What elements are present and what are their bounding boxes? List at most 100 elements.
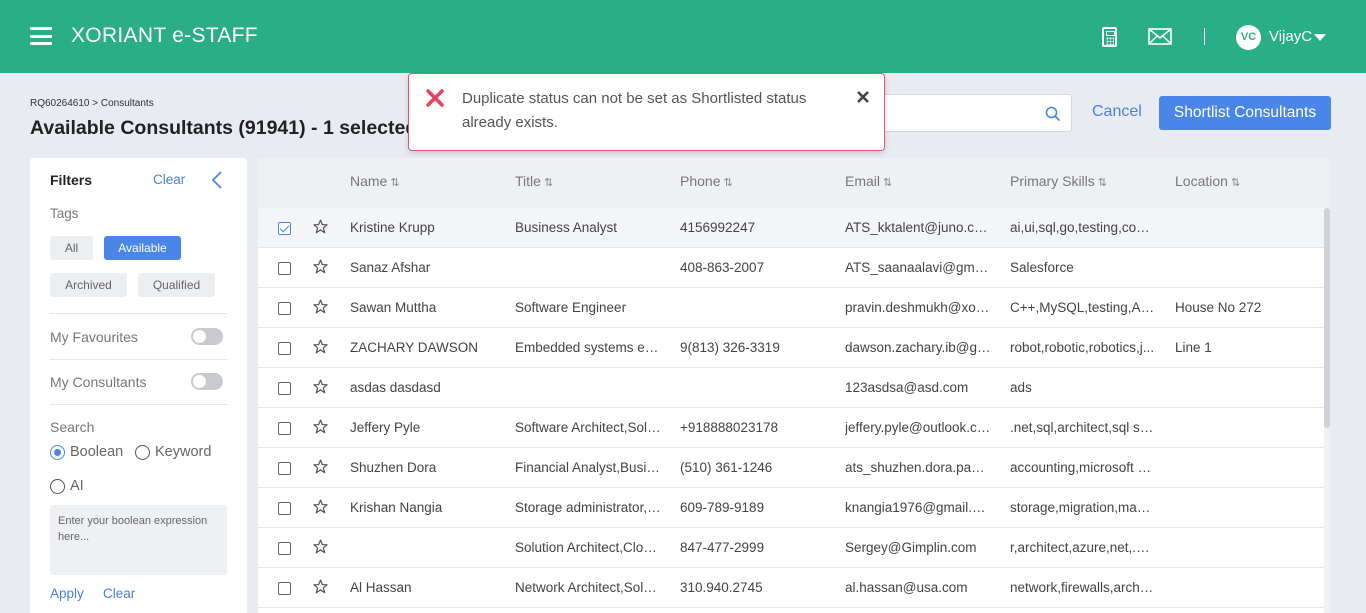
clear-filters-button[interactable]: Clear bbox=[153, 172, 185, 187]
sort-icon[interactable]: ⇅ bbox=[1098, 177, 1107, 189]
my-favourites-toggle[interactable] bbox=[191, 328, 223, 345]
clear-search-button[interactable]: Clear bbox=[103, 586, 135, 601]
column-header-label: Name bbox=[350, 173, 388, 189]
sort-icon[interactable]: ⇅ bbox=[1231, 177, 1240, 189]
column-header-primary-skills[interactable]: Primary Skills ⇅ bbox=[1010, 173, 1107, 189]
cell-primary-skills: accounting,microsoft o... bbox=[1010, 460, 1156, 475]
table-row[interactable]: Kristine Krupp Business Analyst 4156992247… bbox=[258, 208, 1324, 248]
tag-available[interactable]: Available bbox=[104, 236, 181, 260]
table-row[interactable]: ZACHARY DAWSON Embedded systems eng... 9(8… bbox=[258, 328, 1324, 368]
tags-label: Tags bbox=[50, 206, 79, 221]
cell-email: 123asdsa@asd.com bbox=[845, 380, 969, 395]
page-title: Available Consultants (91941) - 1 select… bbox=[30, 117, 418, 139]
row-checkbox[interactable] bbox=[278, 302, 291, 315]
row-checkbox[interactable] bbox=[278, 222, 291, 235]
table-row[interactable]: Sanaz Afshar 408-863-2007 ATS_saanaalavi@g… bbox=[258, 248, 1324, 288]
table-row[interactable]: Sawan Muttha Software Engineer pravin.desh… bbox=[258, 288, 1324, 328]
cell-primary-skills: ai,ui,sql,go,testing,com... bbox=[1010, 220, 1156, 235]
boolean-expression-input[interactable] bbox=[50, 505, 227, 575]
my-consultants-toggle[interactable] bbox=[191, 373, 223, 390]
keyword-radio[interactable] bbox=[135, 445, 150, 460]
star-icon[interactable] bbox=[313, 459, 328, 474]
cell-email: ATS_saanaalavi@gmail.... bbox=[845, 260, 991, 275]
row-checkbox[interactable] bbox=[278, 422, 291, 435]
sort-icon[interactable]: ⇅ bbox=[883, 177, 892, 189]
column-header-label: Phone bbox=[680, 173, 721, 189]
row-checkbox[interactable] bbox=[278, 262, 291, 275]
search-input[interactable] bbox=[880, 94, 1072, 132]
star-icon[interactable] bbox=[313, 499, 328, 514]
sort-icon[interactable]: ⇅ bbox=[544, 177, 553, 189]
cell-email: knangia1976@gmail.com bbox=[845, 500, 991, 515]
row-checkbox[interactable] bbox=[278, 582, 291, 595]
table-row[interactable]: Al Hassan Network Architect,Solu... 310.94… bbox=[258, 568, 1324, 608]
star-icon[interactable] bbox=[313, 339, 328, 354]
chevron-left-icon[interactable] bbox=[210, 170, 224, 190]
row-checkbox[interactable] bbox=[278, 502, 291, 515]
boolean-radio[interactable] bbox=[50, 445, 65, 460]
column-header-location[interactable]: Location ⇅ bbox=[1175, 173, 1240, 189]
mail-icon[interactable] bbox=[1148, 28, 1172, 45]
star-icon[interactable] bbox=[313, 579, 328, 594]
sort-icon[interactable]: ⇅ bbox=[390, 177, 399, 189]
cell-title: Financial Analyst,Busin... bbox=[515, 460, 661, 475]
sort-icon[interactable]: ⇅ bbox=[723, 177, 732, 189]
table-row[interactable]: Jeffery Pyle Software Architect,Solu... +9… bbox=[258, 408, 1324, 448]
star-icon[interactable] bbox=[313, 419, 328, 434]
cell-email: ats_shuzhen.dora.pan@... bbox=[845, 460, 991, 475]
search-icon[interactable] bbox=[1045, 106, 1061, 122]
cell-location: Line 1 bbox=[1175, 340, 1212, 355]
tag-archived[interactable]: Archived bbox=[50, 273, 127, 297]
avatar[interactable]: VC bbox=[1236, 25, 1261, 50]
star-icon[interactable] bbox=[313, 539, 328, 554]
cancel-button[interactable]: Cancel bbox=[1092, 103, 1142, 121]
star-icon[interactable] bbox=[313, 299, 328, 314]
user-name[interactable]: VijayC bbox=[1269, 28, 1312, 45]
column-header-title[interactable]: Title ⇅ bbox=[515, 173, 553, 189]
star-icon[interactable] bbox=[313, 379, 328, 394]
table-row[interactable]: asdas dasdasd 123asdsa@asd.com ads bbox=[258, 368, 1324, 408]
cell-name: Al Hassan bbox=[350, 580, 412, 595]
column-header-name[interactable]: Name ⇅ bbox=[350, 173, 400, 189]
row-checkbox[interactable] bbox=[278, 462, 291, 475]
column-header-email[interactable]: Email ⇅ bbox=[845, 173, 892, 189]
app-title[interactable]: XORIANT e-STAFF bbox=[71, 24, 258, 48]
tag-all[interactable]: All bbox=[50, 236, 93, 260]
cell-phone: 9(813) 326-3319 bbox=[680, 340, 780, 355]
ai-radio-label[interactable]: AI bbox=[70, 478, 84, 494]
cell-primary-skills: r,architect,azure,net,.ne... bbox=[1010, 540, 1156, 555]
boolean-radio-label[interactable]: Boolean bbox=[70, 444, 123, 460]
column-header-label: Primary Skills bbox=[1010, 173, 1095, 189]
consultants-table: Name ⇅ Title ⇅ Phone ⇅ Email ⇅ Primary Skill… bbox=[258, 158, 1330, 613]
table-row[interactable]: Shuzhen Dora Financial Analyst,Busin... (5… bbox=[258, 448, 1324, 488]
cell-phone: 609-789-9189 bbox=[680, 500, 765, 515]
breadcrumb[interactable]: RQ60264610 > Consultants bbox=[30, 98, 154, 109]
table-row[interactable]: Solution Architect,Clou... 847-477-2999 Se… bbox=[258, 528, 1324, 568]
ai-radio[interactable] bbox=[50, 479, 65, 494]
column-header-phone[interactable]: Phone ⇅ bbox=[680, 173, 733, 189]
close-icon[interactable] bbox=[856, 90, 870, 104]
star-icon[interactable] bbox=[313, 259, 328, 274]
cell-title: Network Architect,Solu... bbox=[515, 580, 661, 595]
cell-email: dawson.zachary.ib@gm... bbox=[845, 340, 991, 355]
calculator-icon[interactable] bbox=[1102, 27, 1117, 47]
tag-qualified[interactable]: Qualified bbox=[138, 273, 215, 297]
row-checkbox[interactable] bbox=[278, 542, 291, 555]
row-checkbox[interactable] bbox=[278, 342, 291, 355]
cell-primary-skills: storage,migration,mana... bbox=[1010, 500, 1156, 515]
apply-button[interactable]: Apply bbox=[50, 586, 84, 601]
table-row[interactable]: Krishan Nangia Storage administrator,S...… bbox=[258, 488, 1324, 528]
cell-phone: +918888023178 bbox=[680, 420, 778, 435]
cell-title: Software Architect,Solu... bbox=[515, 420, 661, 435]
cell-phone: 408-863-2007 bbox=[680, 260, 765, 275]
column-header-label: Title bbox=[515, 173, 541, 189]
chevron-down-icon[interactable] bbox=[1314, 34, 1326, 41]
menu-icon[interactable] bbox=[30, 27, 52, 45]
star-icon[interactable] bbox=[313, 219, 328, 234]
cell-name: Jeffery Pyle bbox=[350, 420, 421, 435]
toast-message: Duplicate status can not be set as Short… bbox=[462, 90, 807, 131]
shortlist-consultants-button[interactable]: Shortlist Consultants bbox=[1159, 96, 1331, 130]
row-checkbox[interactable] bbox=[278, 382, 291, 395]
scrollbar-thumb[interactable] bbox=[1324, 208, 1330, 428]
keyword-radio-label[interactable]: Keyword bbox=[155, 444, 211, 460]
